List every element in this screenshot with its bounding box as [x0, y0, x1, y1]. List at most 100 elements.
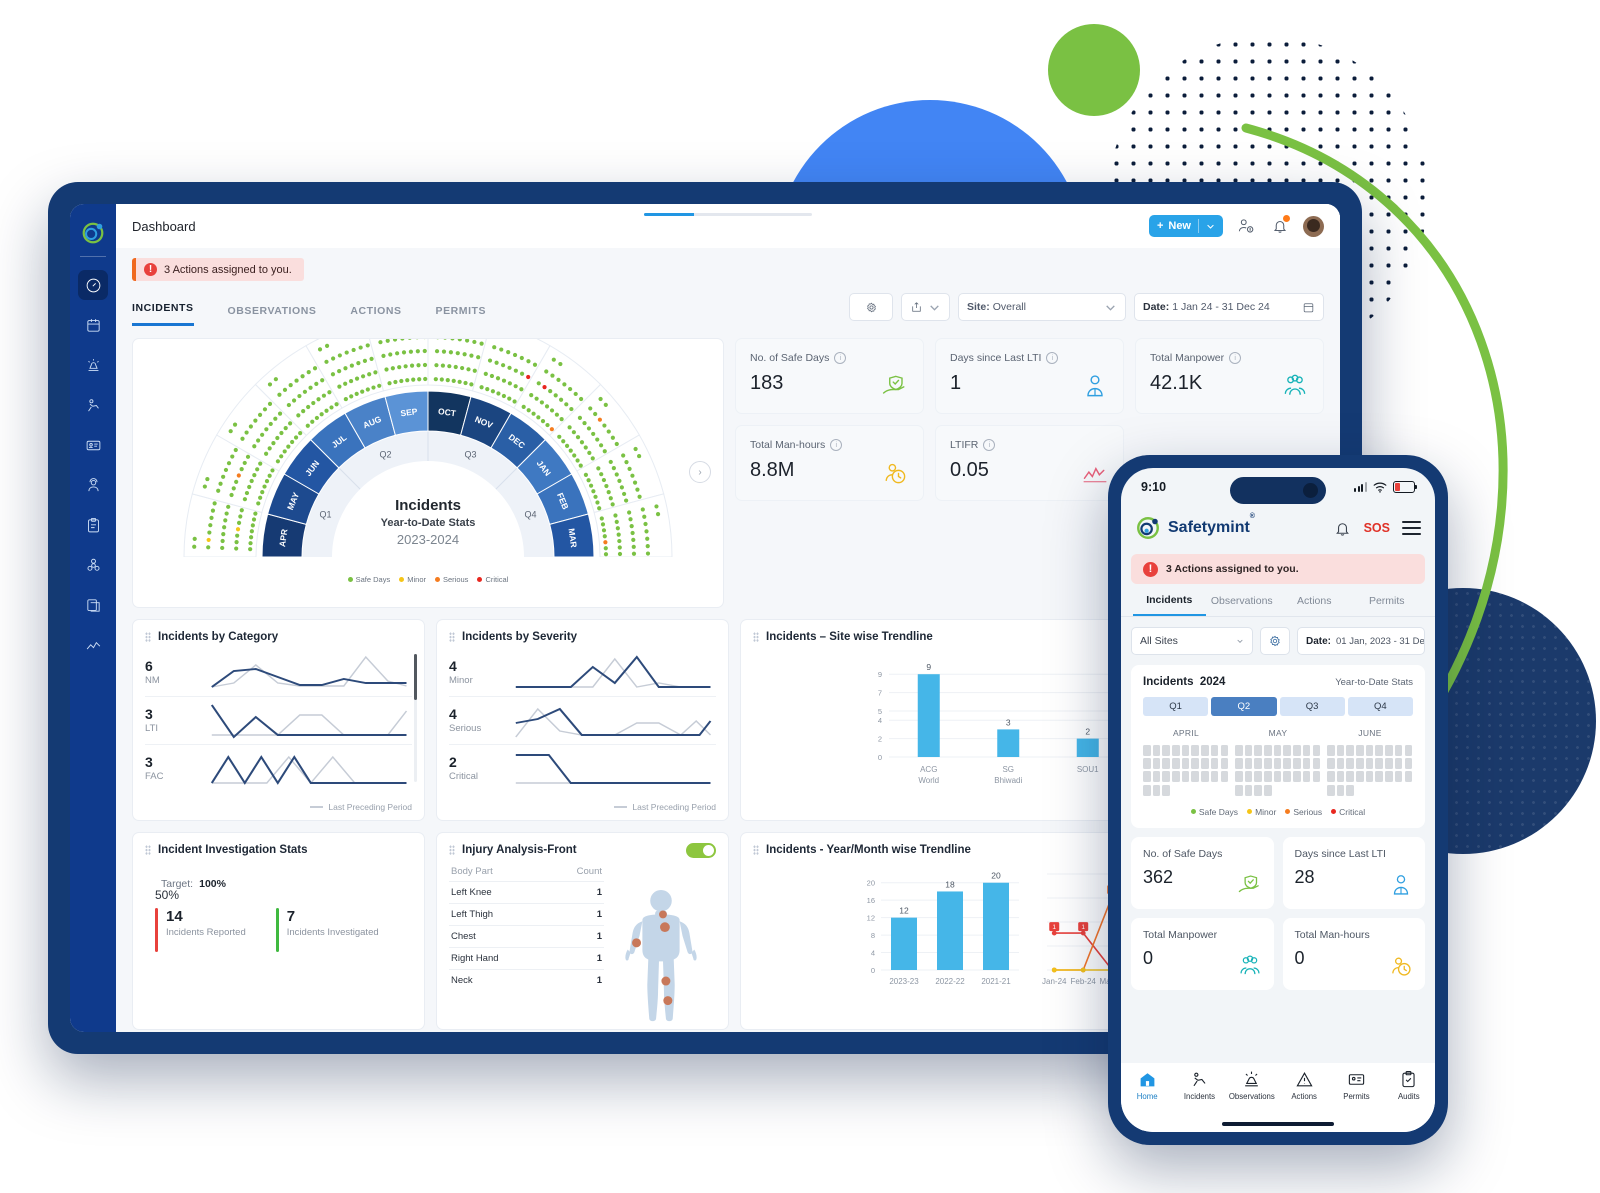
cell-body-part: Chest: [451, 931, 476, 942]
analytics-icon: [86, 641, 100, 649]
phone-settings-button[interactable]: [1260, 627, 1290, 655]
quarter-q1[interactable]: Q1: [1143, 697, 1209, 716]
card-title-text: Incident Investigation Stats: [158, 844, 308, 856]
drag-handle-icon[interactable]: [449, 845, 455, 855]
drag-handle-icon[interactable]: [753, 632, 759, 642]
alert-text: 3 Actions assigned to you.: [164, 263, 292, 276]
add-user-button[interactable]: [1235, 215, 1257, 237]
nav-audits[interactable]: Audits: [1383, 1070, 1435, 1101]
sidebar-item-hazard[interactable]: [78, 550, 108, 580]
phone-tab-permits[interactable]: Permits: [1351, 595, 1424, 615]
phone-tab-observations[interactable]: Observations: [1206, 595, 1279, 615]
settings-button[interactable]: [849, 293, 893, 321]
svg-text:World: World: [918, 776, 939, 785]
stats-title: Incidents: [1143, 676, 1194, 688]
phone-tab-incidents[interactable]: Incidents: [1133, 594, 1206, 616]
sidebar-item-permits[interactable]: [78, 430, 108, 460]
export-button[interactable]: [901, 293, 950, 321]
site-filter[interactable]: Site: Overall: [958, 293, 1126, 321]
sparkline-critical: [515, 753, 711, 784]
tab-actions[interactable]: ACTIONS: [350, 305, 401, 326]
biohazard-icon: [87, 558, 99, 571]
sidebar-item-incidents[interactable]: [78, 350, 108, 380]
info-icon[interactable]: i: [1229, 352, 1242, 364]
sidebar-item-dashboard[interactable]: [78, 270, 108, 300]
sidebar-item-audits[interactable]: [78, 510, 108, 540]
metric-value: 6: [145, 658, 153, 675]
metric-value: 4: [449, 658, 457, 675]
drag-handle-icon[interactable]: [145, 632, 151, 642]
drag-handle-icon[interactable]: [449, 632, 455, 642]
metric-label: FAC: [145, 770, 164, 782]
info-icon[interactable]: i: [1046, 352, 1059, 364]
new-button[interactable]: + New: [1148, 215, 1223, 237]
list-item: 3 LTI: [145, 697, 412, 745]
sidebar-item-observations[interactable]: [78, 390, 108, 420]
legend-serious: Serious: [1285, 807, 1322, 817]
svg-text:9: 9: [878, 670, 882, 679]
actions-alert[interactable]: ! 3 Actions assigned to you.: [132, 258, 304, 281]
kpi-row-1: No. of Safe Days i 183 Days since Last LT…: [735, 338, 1324, 414]
avatar[interactable]: [1303, 215, 1324, 237]
quarter-q4[interactable]: Q4: [1347, 697, 1413, 716]
sidebar-item-analytics[interactable]: [78, 630, 108, 660]
decor-green-circle: [1048, 24, 1140, 116]
tab-observations[interactable]: OBSERVATIONS: [228, 305, 317, 326]
legend-critical: Critical: [477, 575, 508, 584]
quarter-q3[interactable]: Q3: [1279, 697, 1345, 716]
sparkline-serious: [515, 707, 712, 737]
sidebar-item-contractor[interactable]: [78, 470, 108, 500]
bell-icon[interactable]: [1333, 519, 1352, 538]
info-icon[interactable]: i: [834, 352, 847, 364]
quarter-q2[interactable]: Q2: [1211, 697, 1277, 716]
calendar-icon: [86, 318, 100, 332]
notifications-button[interactable]: [1269, 215, 1291, 237]
app-logo-icon: [1137, 517, 1159, 539]
sidebar-item-calendar[interactable]: [78, 310, 108, 340]
notification-badge: [1283, 215, 1290, 222]
drag-handle-icon[interactable]: [753, 845, 759, 855]
sos-button[interactable]: SOS: [1364, 521, 1390, 535]
drag-handle-icon[interactable]: [145, 845, 151, 855]
worker-icon: [1393, 874, 1409, 895]
metric-value: 4: [449, 706, 457, 723]
tab-incidents[interactable]: INCIDENTS: [132, 302, 194, 326]
day-grid: [1143, 745, 1229, 796]
svg-text:2: 2: [1085, 727, 1090, 737]
phone-actions-alert[interactable]: ! 3 Actions assigned to you.: [1131, 554, 1425, 584]
investigation-metrics: 50% 14 Incidents Reported 7 Incidents Inve…: [133, 888, 424, 952]
card-investigation-stats: Incident Investigation Stats Target: 100%…: [132, 832, 425, 1030]
sidebar-item-documents[interactable]: [78, 590, 108, 620]
legend-minor: Minor: [399, 575, 426, 584]
nav-label: Home: [1136, 1092, 1158, 1101]
radial-next-button[interactable]: ›: [689, 461, 711, 483]
phone-kpi-safe-days: No. of Safe Days 362: [1131, 836, 1274, 909]
nav-observations[interactable]: Observations: [1226, 1070, 1278, 1101]
phone-site-filter[interactable]: All Sites: [1131, 627, 1253, 655]
nav-actions[interactable]: Actions: [1278, 1070, 1330, 1101]
body-diagram: [625, 889, 697, 1022]
nav-home[interactable]: Home: [1121, 1070, 1173, 1101]
target-value: 100%: [199, 878, 226, 890]
phone-date-filter[interactable]: Date: 01 Jan, 2023 - 31 Dec, 2023: [1297, 627, 1425, 655]
card-title-text: Incidents - Year/Month wise Trendline: [766, 844, 971, 856]
topbar: Dashboard + New: [116, 204, 1340, 248]
hamburger-menu-button[interactable]: [1402, 521, 1421, 535]
front-back-toggle[interactable]: [686, 843, 716, 858]
list-item: 3 FAC: [145, 745, 412, 792]
table-row: Chest 1: [449, 925, 604, 947]
info-icon[interactable]: i: [983, 439, 996, 451]
svg-text:Feb-24: Feb-24: [1071, 977, 1097, 986]
observation-icon: [1245, 1071, 1259, 1087]
scrollbar[interactable]: [414, 654, 417, 782]
tab-permits[interactable]: PERMITS: [436, 305, 487, 326]
svg-text:8: 8: [871, 931, 875, 940]
phone-tab-actions[interactable]: Actions: [1278, 595, 1351, 615]
nav-permits[interactable]: Permits: [1330, 1070, 1382, 1101]
worker-icon: [87, 477, 99, 491]
date-filter[interactable]: Date: 1 Jan 24 - 31 Dec 24: [1134, 293, 1324, 321]
id-card-icon: [86, 440, 100, 450]
man-hours-icon: [1392, 957, 1411, 976]
nav-incidents[interactable]: Incidents: [1173, 1070, 1225, 1101]
info-icon[interactable]: i: [830, 439, 843, 451]
